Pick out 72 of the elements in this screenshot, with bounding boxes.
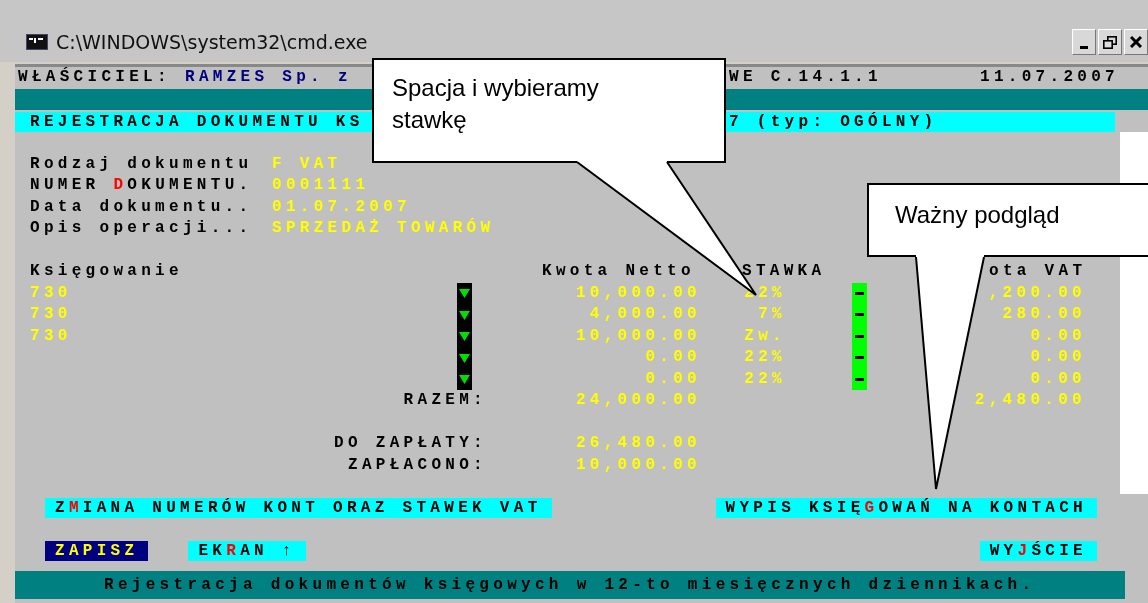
window-title: C:\WINDOWS\system32\cmd.exe <box>56 29 368 55</box>
dash-icon <box>855 377 864 381</box>
selector-button[interactable] <box>852 282 867 304</box>
status-text: Rejestracja dokumentów księgowych w 12-to miesięcznych dziennikach. <box>104 574 1036 596</box>
payment-label: ZAPŁACONO: <box>347 454 487 476</box>
table-cell-text: 280.00 <box>1001 304 1086 326</box>
selector-button[interactable] <box>852 368 867 390</box>
column-header: Kwota Netto <box>542 261 695 283</box>
close-icon <box>1130 36 1142 48</box>
field-value: F VAT <box>272 153 342 175</box>
table-cell-text: ,200.00 <box>987 282 1086 304</box>
table-cell-text: 22% <box>743 368 786 390</box>
account-cell-text: 730 <box>30 282 73 304</box>
column-header: Księgowanie <box>30 261 183 283</box>
account-cell-text: 730 <box>30 304 73 326</box>
menu-button[interactable]: WY J ŚCIE <box>979 541 1097 562</box>
restore-button[interactable] <box>1098 29 1122 55</box>
screen-title: REJESTRACJA DOKUMENTU KS <box>30 111 364 133</box>
triangle-icon <box>459 374 470 385</box>
dash-icon <box>855 291 864 295</box>
callout: Spacja i wybieramy stawkę <box>372 58 726 163</box>
field-value: SPRZEDAŻ TOWARÓW <box>272 218 495 240</box>
column-header: ota VAT <box>989 261 1087 283</box>
table-cell-text: 10,000.00 <box>574 325 701 347</box>
menu-button[interactable]: Z M IANA NUMERÓW KONT ORAZ STAWEK VAT <box>45 498 552 519</box>
restore-icon <box>1103 35 1117 49</box>
dash-icon <box>855 313 864 317</box>
field-label: Data dokumentu.. <box>30 196 254 218</box>
total-value: 24,000.00 <box>574 390 701 412</box>
table-cell-text: 0.00 <box>1029 347 1086 369</box>
field-label: Opis operacji... <box>30 218 254 240</box>
console-icon <box>26 34 48 50</box>
total-value: 2,480.00 <box>973 390 1086 412</box>
field-label: Rodzaj dokumentu <box>30 153 254 175</box>
payment-label: DO ZAPŁATY: <box>333 433 487 455</box>
dropdown-marker[interactable] <box>457 368 472 390</box>
payment-value: 26,480.00 <box>574 433 701 455</box>
total-label: RAZEM: <box>402 390 487 412</box>
table-cell-text: 0.00 <box>644 347 701 369</box>
screen-title: 7 (typ: OGÓLNY) <box>729 111 938 133</box>
menu-button[interactable]: EK R AN ↑ <box>188 541 306 562</box>
table-cell-text: Zw. <box>743 325 786 347</box>
minimize-button[interactable] <box>1072 29 1096 55</box>
triangle-icon <box>459 352 470 363</box>
triangle-icon <box>459 309 470 320</box>
menu-button[interactable]: ZAPISZ <box>45 541 149 562</box>
close-button[interactable] <box>1124 29 1148 55</box>
table-cell-text: 0.00 <box>1029 368 1086 390</box>
table-cell-text: 0.00 <box>644 368 701 390</box>
dash-icon <box>855 356 864 360</box>
table-cell-text: 0.00 <box>1029 325 1086 347</box>
triangle-icon <box>459 288 470 299</box>
owner-label: WŁAŚCICIEL: <box>18 67 171 89</box>
table-cell-text: 7% <box>757 304 786 326</box>
dash-icon <box>855 334 864 338</box>
table-cell-text: 10,000.00 <box>574 282 701 304</box>
triangle-icon <box>459 331 470 342</box>
dropdown-marker[interactable] <box>457 282 472 304</box>
column-header: STAWKA <box>742 261 826 283</box>
minimize-icon <box>1080 46 1088 49</box>
callout: Ważny podgląd <box>867 183 1148 257</box>
menu-button[interactable]: WYPIS KSIĘ G OWAŃ NA KONTACH <box>715 498 1097 519</box>
table-cell-text: 4,000.00 <box>588 304 701 326</box>
date-text: 11.07.2007 <box>980 67 1119 89</box>
table-cell-text: 22% <box>743 347 786 369</box>
version-text: WE C.14.1.1 <box>729 67 882 89</box>
field-value: 01.07.2007 <box>272 196 411 218</box>
owner-name: RAMZES Sp. z <box>185 67 352 89</box>
field-value: 0001111 <box>272 175 370 197</box>
account-cell-text: 730 <box>30 325 73 347</box>
field-label: NUMER D OKUMENTU. <box>30 175 254 197</box>
payment-value: 10,000.00 <box>574 454 701 476</box>
